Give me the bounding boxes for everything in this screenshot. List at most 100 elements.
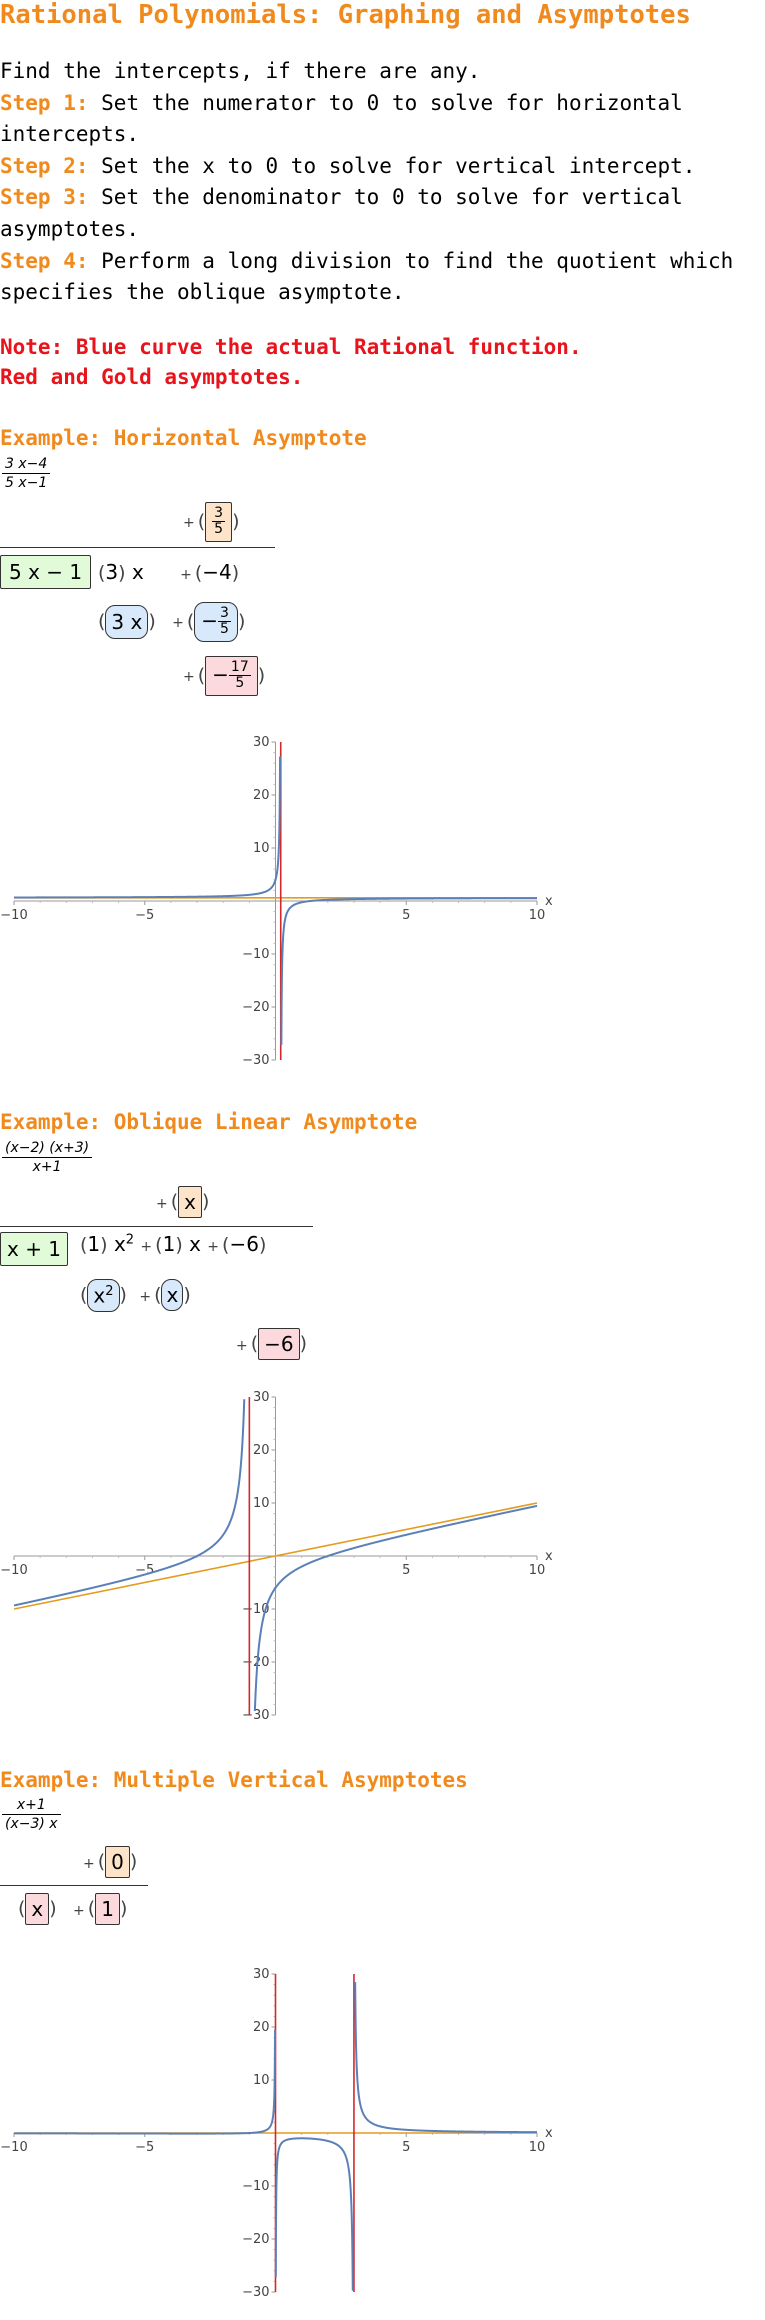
y-tick-label: 30	[253, 1390, 270, 1405]
division-bar	[0, 1226, 313, 1227]
dividend: (1) x2 + (1) x + (−6)	[80, 1232, 267, 1256]
example-title: Example: Horizontal Asymptote	[0, 426, 367, 450]
dividend-variable: x	[189, 1232, 201, 1256]
dividend-constant: −4	[202, 560, 232, 584]
intro-line: Find the intercepts, if there are any.	[0, 59, 481, 83]
quotient-term: 0	[105, 1846, 130, 1878]
function-curve	[13, 1399, 246, 1607]
dividend-constant: −6	[229, 1232, 259, 1256]
fraction-denominator: (x−3) x	[5, 1816, 58, 1832]
step-4: Step 4: Perform a long division to find …	[0, 246, 765, 309]
function-curve	[354, 1982, 537, 2134]
x-tick-label: 5	[402, 908, 410, 923]
dividend-term: 1	[95, 1893, 120, 1925]
dividend-coefficient: 3	[105, 560, 119, 584]
plus-sign: +	[172, 615, 184, 632]
subtract-denominator: 5	[220, 621, 229, 638]
plus-sign: +	[140, 1239, 153, 1255]
y-tick-label: −20	[242, 1655, 269, 1670]
x-tick-label: 10	[529, 1563, 546, 1578]
y-tick-label: 20	[253, 1443, 270, 1458]
y-tick-label: −20	[242, 1000, 269, 1015]
exponent: 2	[125, 1232, 135, 1248]
subtract-variable: x	[93, 1283, 106, 1308]
function-curve	[274, 2137, 354, 2291]
divisor-and-dividend: (x) +(1)	[18, 1893, 127, 1925]
fraction-numerator: x+1	[2, 1797, 61, 1815]
quotient: +(x)	[156, 1186, 209, 1218]
step-2: Step 2: Set the x to 0 to solve for vert…	[0, 151, 765, 183]
remainder-term: −17 5	[205, 656, 258, 696]
subtract-constant: −3 5	[194, 602, 238, 642]
example-fraction: (x−2) (x+3) x+1	[2, 1140, 93, 1175]
intro-text: Find the intercepts, if there are any. S…	[0, 56, 765, 309]
y-tick-label: 30	[253, 735, 270, 750]
y-tick-label: 20	[253, 2020, 270, 2035]
x-tick-label: −10	[0, 1563, 27, 1578]
x-tick-label: −5	[135, 2140, 154, 2155]
step-text: Set the denominator to 0 to solve for ve…	[0, 185, 683, 241]
fraction-denominator: 5 x−1	[5, 475, 48, 491]
x-tick-label: −10	[0, 908, 27, 923]
divisor-term: x + 1	[0, 1232, 69, 1266]
dividend-coefficient: 1	[87, 1232, 101, 1256]
note: Note: Blue curve the actual Rational fun…	[0, 332, 582, 392]
step-text: Set the numerator to 0 to solve for hori…	[0, 90, 683, 147]
dividend-coefficient: 1	[162, 1232, 176, 1256]
quotient-denominator: 5	[214, 521, 224, 538]
graph-multiple-vertical-asymptotes: −10 −5 5 10 30 20 10 −10 −20 −30 x	[0, 1967, 553, 2300]
remainder-denominator: 5	[235, 675, 245, 692]
subtraction-row: (3 x) +(−3 5)	[98, 602, 245, 642]
example-title: Example: Oblique Linear Asymptote	[0, 1110, 418, 1134]
step-text: Set the x to 0 to solve for vertical int…	[88, 153, 696, 178]
fraction-numerator: (x−2) (x+3)	[2, 1140, 93, 1158]
step-label: Step 2:	[0, 153, 89, 178]
function-curve	[14, 2029, 277, 2135]
divisor: 5 x − 1	[0, 555, 92, 589]
x-axis-label: x	[545, 1549, 553, 1564]
minus-sign: −	[212, 662, 229, 687]
step-label: Step 1:	[0, 90, 89, 115]
y-tick-label: −10	[242, 947, 269, 962]
plus-sign: +	[83, 1855, 95, 1872]
remainder-numerator: 17	[228, 659, 251, 677]
subtract-term: x2	[87, 1279, 120, 1312]
quotient-term: 35	[205, 502, 233, 542]
divisor-term: 5 x − 1	[0, 555, 92, 589]
step-3: Step 3: Set the denominator to 0 to solv…	[0, 182, 765, 245]
graph-oblique-asymptote: −10 −5 5 10302010−10−20−30x	[0, 1390, 553, 1723]
function-curve	[14, 756, 282, 899]
quotient: +(0)	[83, 1846, 137, 1878]
quotient-term: x	[178, 1186, 202, 1218]
subtraction-row: (x2) +(x)	[80, 1279, 191, 1312]
note-line-2: Red and Gold asymptotes.	[0, 365, 304, 389]
remainder: +(−6)	[236, 1328, 307, 1360]
plus-sign: +	[139, 1288, 152, 1305]
plus-sign: +	[183, 515, 195, 532]
x-tick-label: −5	[135, 908, 154, 923]
plus-sign: +	[156, 1195, 168, 1212]
example-fraction: x+1 (x−3) x	[2, 1797, 61, 1832]
plus-sign: +	[207, 1239, 220, 1255]
x-tick-label: 10	[529, 2140, 546, 2155]
quotient-numerator: 3	[212, 505, 226, 523]
x-tick-label: −10	[0, 2140, 27, 2155]
example-title: Example: Multiple Vertical Asymptotes	[0, 1768, 468, 1792]
y-tick-label: −20	[242, 2232, 269, 2247]
page-title: Rational Polynomials: Graphing and Asymp…	[0, 0, 691, 30]
graph-horizontal-asymptote: −10 −5 5 10 30 20 10 −10 −20 −30 x	[0, 735, 553, 1068]
step-text: Perform a long division to find the quot…	[0, 248, 734, 305]
subtract-term: 3 x	[105, 604, 149, 639]
divisor: x + 1	[0, 1232, 69, 1266]
y-tick-label: 30	[253, 1967, 270, 1982]
divisor-term: x	[25, 1893, 50, 1925]
fraction-numerator: 3 x−4	[2, 456, 51, 474]
x-tick-label: 5	[402, 1563, 410, 1578]
remainder: +(−17 5)	[183, 656, 265, 696]
subtract-numerator: 3	[218, 605, 231, 623]
plus-sign: +	[183, 669, 195, 686]
fraction-denominator: x+1	[32, 1159, 62, 1175]
x-axis-label: x	[545, 894, 553, 909]
plus-sign: +	[180, 567, 192, 583]
division-bar	[0, 1885, 148, 1886]
